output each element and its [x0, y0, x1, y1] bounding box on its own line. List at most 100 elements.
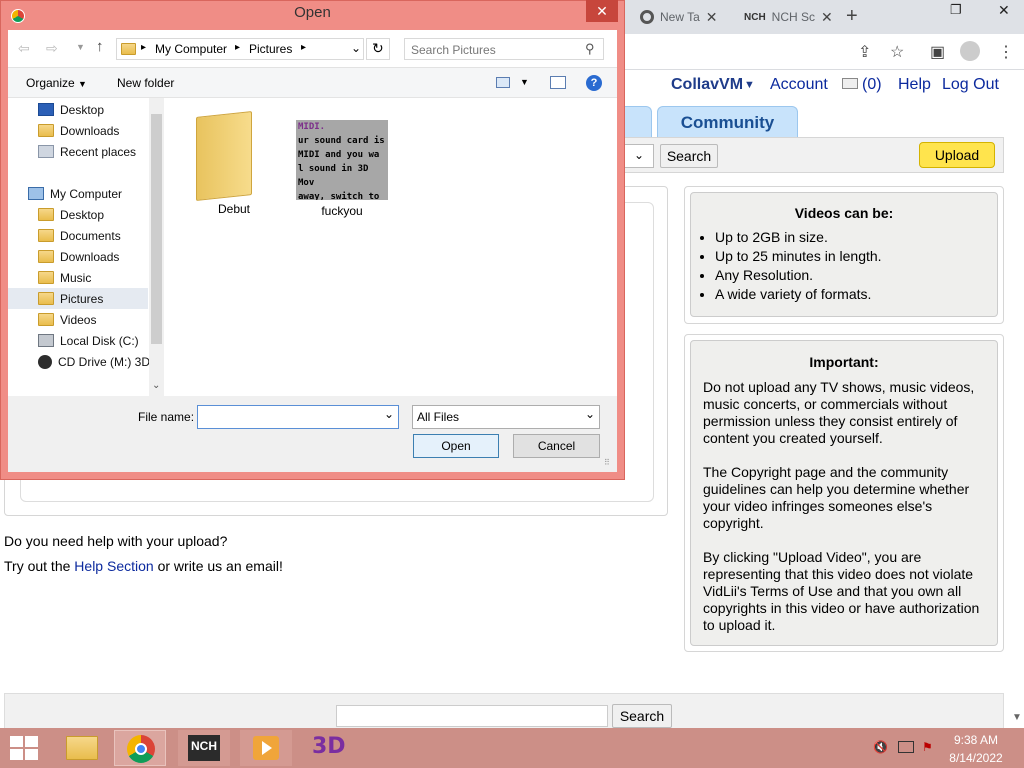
chevron-down-icon[interactable]: ▼	[744, 79, 755, 91]
nav-item-videos[interactable]: Videos	[38, 309, 96, 330]
downloads-folder-icon	[38, 124, 54, 137]
videos-info-box: Videos can be: Up to 2GB in size. Up to …	[690, 192, 998, 317]
clock-time[interactable]: 9:38 AM	[946, 733, 1006, 747]
videos-info-title: Videos can be:	[794, 205, 894, 221]
action-center-icon[interactable]: ⚑	[922, 740, 933, 754]
file-item-fuckyou[interactable]: MIDI. ur sound card is MIDI and you wa l…	[288, 106, 396, 224]
star-icon[interactable]: ☆	[890, 42, 904, 62]
view-icon[interactable]	[496, 77, 510, 88]
upload-button[interactable]: Upload	[919, 142, 995, 168]
nav-item-desktop[interactable]: Desktop	[38, 99, 104, 120]
chrome-icon[interactable]	[114, 730, 166, 766]
share-icon[interactable]: ⇪	[858, 42, 871, 62]
organize-menu[interactable]: Organize ▼	[26, 76, 87, 90]
downloads-folder-icon	[38, 250, 54, 263]
chevron-right-icon: ▸	[301, 42, 307, 53]
3d-movie-maker-icon[interactable]: 3D	[302, 730, 354, 766]
nch-icon[interactable]: NCH	[178, 730, 230, 766]
path-breadcrumb[interactable]: ▸ My Computer ▸ Pictures ▸ ⌄	[116, 38, 364, 60]
help-line: Try out the Help Section or write us an …	[4, 558, 283, 574]
chevron-down-icon: ⌄	[585, 407, 596, 421]
preview-pane-icon[interactable]	[550, 76, 566, 89]
help-icon[interactable]: ?	[586, 75, 602, 91]
close-icon[interactable]: ✕	[586, 0, 618, 22]
nav-item-desktop[interactable]: Desktop	[38, 204, 104, 225]
chevron-down-icon[interactable]: ⌄	[351, 41, 361, 55]
volume-muted-icon[interactable]: 🔇	[873, 740, 888, 754]
resize-grip-icon[interactable]: ⠿	[604, 458, 610, 467]
file-type-select[interactable]: All Files ⌄	[412, 405, 600, 429]
nav-item-recent-places[interactable]: Recent places	[38, 141, 136, 162]
plus-icon[interactable]: +	[846, 5, 858, 28]
nav-item-downloads[interactable]: Downloads	[38, 246, 119, 267]
thumb-text: l sound in 3D Mov	[298, 164, 369, 188]
category-select[interactable]: ⌄	[620, 144, 654, 168]
file-list: Debut MIDI. ur sound card is MIDI and yo…	[164, 98, 617, 396]
close-icon[interactable]: ✕	[706, 9, 718, 26]
nav-item-pictures[interactable]: Pictures	[38, 288, 103, 309]
nav-item-downloads[interactable]: Downloads	[38, 120, 119, 141]
nav-label: Documents	[60, 228, 121, 243]
chevron-down-icon[interactable]: ⌄	[384, 407, 394, 421]
list-item: Up to 25 minutes in length.	[715, 247, 997, 266]
desktop-folder-icon	[38, 208, 54, 221]
site-search-button[interactable]: Search	[660, 144, 718, 168]
dialog-footer: File name: ⌄ All Files ⌄ Open Cancel ⠿	[8, 396, 617, 472]
account-link[interactable]: Account	[770, 76, 828, 94]
browser-tab-new[interactable]: New Ta ✕	[632, 3, 730, 31]
restore-icon[interactable]: ❐	[950, 2, 962, 18]
back-icon[interactable]: ⇦	[18, 40, 30, 57]
file-explorer-icon[interactable]	[56, 730, 108, 766]
help-section-link[interactable]: Help Section	[74, 558, 153, 574]
open-button[interactable]: Open	[413, 434, 499, 458]
search-pictures-input[interactable]: Search Pictures ⚲	[404, 38, 604, 60]
forward-icon[interactable]: ⇨	[46, 40, 58, 57]
file-name-input[interactable]: ⌄	[197, 405, 399, 429]
help-link[interactable]: Help	[898, 76, 931, 94]
chevron-down-icon[interactable]: ▼	[76, 42, 85, 52]
refresh-button[interactable]: ↻	[366, 38, 390, 60]
nav-label: CD Drive (M:) 3D	[58, 354, 150, 369]
clock-date[interactable]: 8/14/2022	[946, 751, 1006, 765]
refresh-icon: ↻	[372, 40, 384, 56]
close-icon[interactable]: ✕	[821, 9, 833, 26]
music-folder-icon	[38, 271, 54, 284]
cancel-button[interactable]: Cancel	[513, 434, 600, 458]
browser-tab-nch[interactable]: NCH NCH Sc ✕	[736, 3, 834, 31]
network-icon[interactable]	[898, 741, 914, 753]
footer-search-input[interactable]	[336, 705, 608, 727]
menu-icon[interactable]: ⋮	[998, 42, 1014, 62]
footer-search-button[interactable]: Search	[612, 704, 672, 728]
tab-label: NCH Sc	[771, 10, 816, 24]
chevron-down-icon[interactable]: ▼	[520, 77, 529, 87]
file-item-debut[interactable]: Debut	[186, 106, 282, 224]
scroll-down-icon[interactable]: ▼	[1012, 712, 1022, 723]
nav-item-documents[interactable]: Documents	[38, 225, 121, 246]
mail-icon[interactable]	[842, 78, 858, 89]
logout-link[interactable]: Log Out	[942, 76, 999, 94]
nav-item-local-disk[interactable]: Local Disk (C:)	[38, 330, 139, 351]
scrollbar-thumb[interactable]	[151, 114, 162, 344]
chevron-down-icon[interactable]: ⌄	[152, 380, 160, 391]
up-icon[interactable]: ↑	[96, 38, 104, 55]
breadcrumb-pictures[interactable]: Pictures	[249, 42, 292, 56]
nav-label: Music	[60, 270, 92, 285]
breadcrumb-my-computer[interactable]: My Computer	[155, 42, 227, 56]
nav-scrollbar[interactable]: ⌄	[149, 98, 164, 396]
windows-start-icon[interactable]	[10, 736, 38, 760]
nav-label: Local Disk (C:)	[60, 333, 139, 348]
brand-menu[interactable]: CollavVM	[671, 76, 743, 94]
nav-label: Downloads	[60, 249, 120, 264]
media-player-icon[interactable]	[240, 730, 292, 766]
nav-item-my-computer[interactable]: My Computer	[28, 183, 122, 204]
thumb-text: away, switch to	[298, 192, 380, 200]
new-folder-button[interactable]: New folder	[117, 76, 174, 90]
close-icon[interactable]: ✕	[998, 2, 1010, 19]
sidepanel-icon[interactable]: ▣	[930, 42, 945, 62]
nav-item-cd-drive[interactable]: CD Drive (M:) 3D	[38, 351, 150, 372]
messages-count[interactable]: (0)	[862, 76, 882, 94]
profile-icon[interactable]	[960, 41, 980, 61]
tab-community[interactable]: Community	[657, 106, 798, 138]
nav-item-music[interactable]: Music	[38, 267, 91, 288]
thumb-text: ur sound card is	[298, 136, 385, 146]
